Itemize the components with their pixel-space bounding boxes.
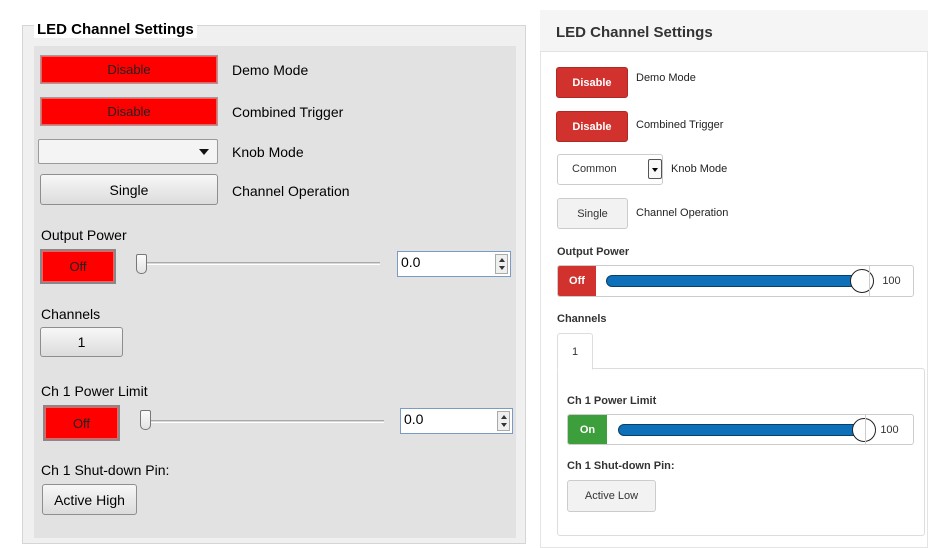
right-combined-trigger-label: Combined Trigger <box>636 119 724 131</box>
chevron-down-icon[interactable] <box>648 159 662 179</box>
right-combined-trigger-button[interactable]: Disable <box>556 111 628 142</box>
right-output-power-value[interactable]: 100 <box>869 266 913 296</box>
left-output-power-spinbox[interactable]: 0.0 <box>397 251 511 277</box>
left-ch1-power-limit-value: 0.0 <box>404 411 424 427</box>
spin-up-icon[interactable] <box>501 415 507 419</box>
right-ch1-power-limit-group: On 100 <box>567 414 914 445</box>
right-channel-operation-label: Channel Operation <box>636 207 729 219</box>
left-channel-operation-button[interactable]: Single <box>40 174 218 205</box>
right-knob-mode-label: Knob Mode <box>671 163 728 175</box>
left-output-power-heading: Output Power <box>41 227 127 243</box>
left-ch1-power-limit-slider-track[interactable] <box>140 420 384 423</box>
right-ch1-power-limit-value[interactable]: 100 <box>865 415 913 444</box>
left-channels-heading: Channels <box>41 306 101 322</box>
right-output-power-off-button[interactable]: Off <box>558 266 596 296</box>
right-ch1-power-limit-on-button[interactable]: On <box>568 415 607 444</box>
left-knob-mode-select[interactable] <box>38 139 218 164</box>
right-knob-mode-value: Common <box>572 163 617 175</box>
right-channel-operation-button[interactable]: Single <box>557 198 628 229</box>
right-ch1-power-limit-slider-track[interactable] <box>618 424 862 436</box>
left-ch1-power-limit-heading: Ch 1 Power Limit <box>41 383 148 399</box>
left-ch1-power-limit-slider-thumb[interactable] <box>140 410 151 430</box>
left-combined-trigger-button[interactable]: Disable <box>40 97 218 126</box>
left-channel-operation-label: Channel Operation <box>232 183 350 199</box>
right-channels-heading: Channels <box>557 313 607 325</box>
spin-buttons[interactable] <box>497 411 510 431</box>
right-channel-1-tab[interactable]: 1 <box>557 333 593 370</box>
left-channel-1-tab[interactable]: 1 <box>40 327 123 357</box>
left-output-power-slider-track[interactable] <box>136 262 380 265</box>
spin-down-icon[interactable] <box>501 423 507 427</box>
left-output-power-slider-thumb[interactable] <box>136 254 147 274</box>
spin-buttons[interactable] <box>495 254 508 274</box>
left-ch1-shutdown-button[interactable]: Active High <box>42 484 137 515</box>
right-ch1-power-limit-heading: Ch 1 Power Limit <box>567 395 657 407</box>
right-ch1-shutdown-button[interactable]: Active Low <box>567 480 656 512</box>
right-demo-mode-label: Demo Mode <box>636 72 696 84</box>
spin-down-icon[interactable] <box>499 266 505 270</box>
right-demo-mode-button[interactable]: Disable <box>556 67 628 98</box>
left-output-power-value: 0.0 <box>401 254 421 270</box>
left-ch1-power-limit-off-button[interactable]: Off <box>43 405 120 441</box>
left-demo-mode-label: Demo Mode <box>232 62 309 78</box>
left-knob-mode-label: Knob Mode <box>232 144 304 160</box>
chevron-down-icon <box>199 149 209 155</box>
left-ch1-power-limit-spinbox[interactable]: 0.0 <box>400 408 513 434</box>
right-output-power-slider-track[interactable] <box>606 275 860 287</box>
right-output-power-group: Off 100 <box>557 265 914 297</box>
left-demo-mode-button[interactable]: Disable <box>40 55 218 84</box>
left-panel-title: LED Channel Settings <box>34 21 197 38</box>
left-ch1-shutdown-heading: Ch 1 Shut-down Pin: <box>41 462 170 478</box>
right-panel-title: LED Channel Settings <box>540 10 928 52</box>
spin-up-icon[interactable] <box>499 258 505 262</box>
right-knob-mode-select[interactable]: Common <box>557 154 663 185</box>
left-combined-trigger-label: Combined Trigger <box>232 104 344 120</box>
left-output-power-off-button[interactable]: Off <box>40 249 116 284</box>
right-output-power-heading: Output Power <box>557 246 630 258</box>
right-ch1-shutdown-heading: Ch 1 Shut-down Pin: <box>567 460 675 472</box>
